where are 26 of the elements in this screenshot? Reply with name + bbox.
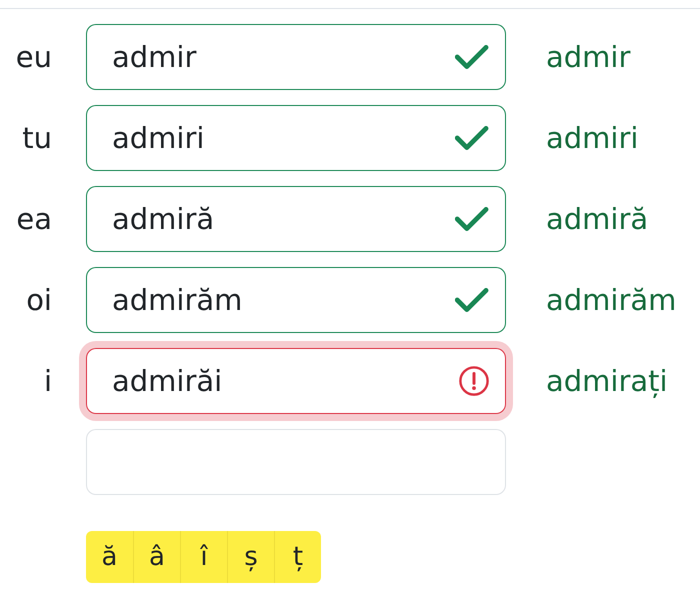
answer-text: admiri	[546, 120, 638, 156]
check-icon	[455, 126, 489, 150]
pronoun-label: i	[44, 364, 52, 398]
text-field[interactable]: admirăm	[86, 267, 506, 333]
character-key[interactable]: î	[180, 531, 227, 583]
check-icon	[455, 288, 489, 312]
text-field[interactable]: admir	[86, 24, 506, 90]
check-icon	[455, 207, 489, 231]
text-field[interactable]: admiri	[86, 105, 506, 171]
answer-text: admiră	[546, 202, 648, 236]
pronoun-label: ea	[16, 202, 52, 236]
answer-text: admir	[546, 40, 630, 74]
character-key[interactable]: ț	[274, 531, 321, 583]
character-key[interactable]: ă	[86, 531, 133, 583]
text-field[interactable]: admiră	[86, 186, 506, 252]
pronoun-label: tu	[22, 120, 52, 156]
text-field[interactable]	[86, 429, 506, 495]
answer-text: admirați	[546, 364, 668, 398]
check-icon	[455, 45, 489, 69]
pronoun-label: eu	[16, 40, 52, 74]
answer-text: admirăm	[546, 282, 676, 318]
character-key[interactable]: ș	[227, 531, 274, 583]
text-field[interactable]: admirăi	[79, 341, 513, 421]
character-key[interactable]: â	[133, 531, 180, 583]
pronoun-label: oi	[26, 282, 52, 318]
exclamation-circle-icon	[459, 366, 489, 396]
